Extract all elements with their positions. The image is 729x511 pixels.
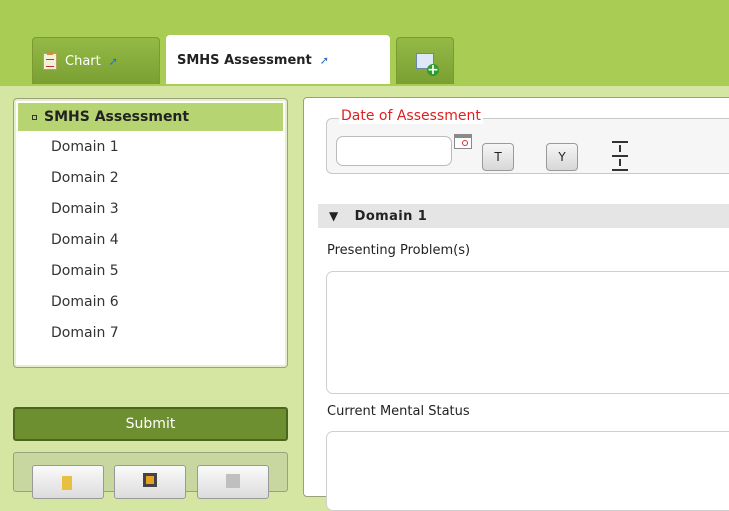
nav-item-domain-6[interactable]: Domain 6 (14, 286, 287, 317)
pin-icon[interactable]: ➚ (320, 54, 329, 67)
action-toolbar (13, 452, 288, 499)
upload-icon (62, 476, 72, 490)
blank-icon (226, 474, 240, 488)
yesterday-button[interactable]: Y (546, 143, 578, 171)
tab-chart[interactable]: Chart ➚ (32, 37, 160, 84)
add-tab-button[interactable] (396, 37, 454, 84)
date-of-assessment-group: Date of Assessment T Y (326, 108, 729, 174)
section-nav: SMHS Assessment Domain 1 Domain 2 Domain… (13, 98, 288, 368)
tab-smhs-assessment[interactable]: SMHS Assessment ➚ (166, 35, 390, 84)
nav-item-label: SMHS Assessment (44, 109, 190, 125)
tab-smhs-label: SMHS Assessment (177, 52, 312, 68)
nav-item-domain-1[interactable]: Domain 1 (14, 131, 287, 162)
nav-item-smhs-assessment[interactable]: SMHS Assessment (18, 103, 283, 131)
current-mental-status-label: Current Mental Status (327, 404, 470, 419)
assessment-form: Date of Assessment T Y ▼ Domain 1 Presen… (303, 97, 729, 511)
today-button[interactable]: T (482, 143, 514, 171)
presenting-problems-label: Presenting Problem(s) (327, 243, 471, 258)
pin-icon[interactable]: ➚ (109, 55, 118, 68)
nav-item-domain-4[interactable]: Domain 4 (14, 224, 287, 255)
add-tab-icon (416, 53, 439, 76)
upload-button[interactable] (32, 465, 104, 499)
disabled-button[interactable] (197, 465, 269, 499)
clipboard-icon (43, 50, 57, 70)
split-icon[interactable] (612, 141, 628, 171)
section-title: Domain 1 (354, 208, 428, 224)
nav-item-domain-5[interactable]: Domain 5 (14, 255, 287, 286)
nav-item-domain-2[interactable]: Domain 2 (14, 162, 287, 193)
edit-icon (143, 473, 157, 487)
nav-item-domain-7[interactable]: Domain 7 (14, 317, 287, 348)
current-mental-status-textarea[interactable] (326, 431, 729, 511)
date-of-assessment-legend: Date of Assessment (339, 108, 483, 124)
bullet-icon (32, 114, 37, 120)
nav-item-domain-3[interactable]: Domain 3 (14, 193, 287, 224)
edit-button[interactable] (114, 465, 186, 499)
presenting-problems-textarea[interactable] (326, 271, 729, 394)
tab-chart-label: Chart (65, 53, 101, 69)
calendar-icon[interactable] (454, 134, 472, 149)
date-of-assessment-input[interactable] (336, 136, 452, 166)
domain-1-section-header[interactable]: ▼ Domain 1 (318, 204, 729, 228)
collapse-triangle-icon: ▼ (329, 209, 339, 223)
submit-button[interactable]: Submit (13, 407, 288, 441)
